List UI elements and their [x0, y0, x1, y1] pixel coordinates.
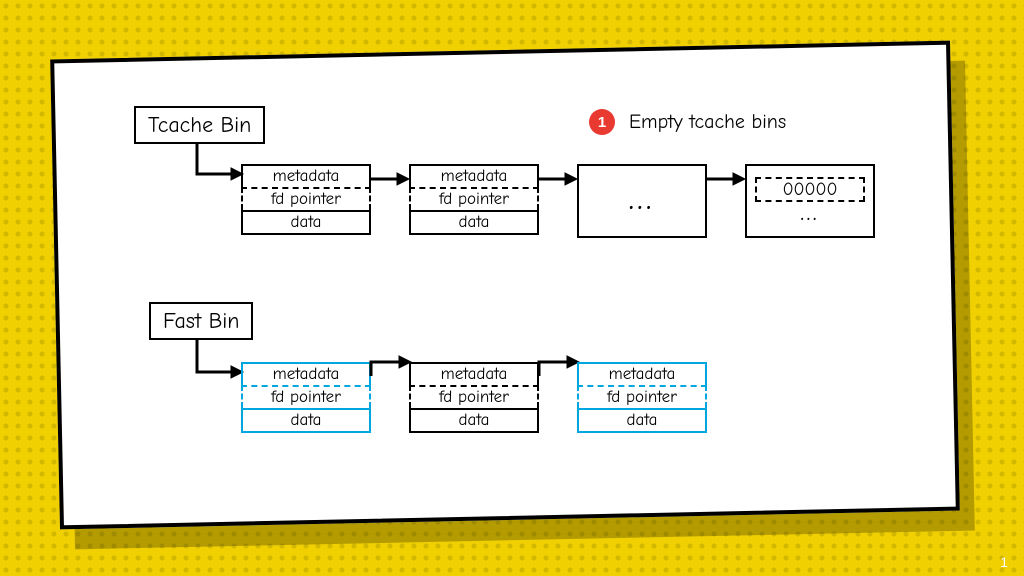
arrow-fast-to-node0 [189, 332, 249, 392]
page-number: 1 [1000, 554, 1008, 570]
arrow-ellipsis-last [707, 169, 747, 189]
node-data: data [241, 210, 371, 235]
node-metadata: metadata [577, 362, 707, 385]
node-fd: fd pointer [241, 187, 371, 210]
step-text: Empty tcache bins [629, 110, 786, 133]
step-badge: 1 [589, 109, 615, 135]
arrow-tcache-0-1 [371, 169, 411, 189]
tcache-node-0: metadata fd pointer data [241, 164, 371, 235]
tcache-node-1: metadata fd pointer data [409, 164, 539, 235]
tcache-last-value: 00000 [755, 177, 866, 202]
node-metadata: metadata [409, 164, 539, 187]
comic-panel: 1 Empty tcache bins Tcache Bin metadata … [50, 41, 960, 530]
node-metadata: metadata [241, 164, 371, 187]
node-data: data [409, 408, 539, 433]
tcache-ellipsis-box: ... [577, 164, 707, 238]
fast-node-1: metadata fd pointer data [409, 362, 539, 433]
node-data: data [241, 408, 371, 433]
arrow-tcache-to-node0 [189, 134, 249, 194]
node-fd: fd pointer [409, 187, 539, 210]
node-data: data [409, 210, 539, 235]
node-data: data [577, 408, 707, 433]
node-metadata: metadata [241, 362, 371, 385]
node-fd: fd pointer [577, 385, 707, 408]
arrow-fast-1-2 [537, 352, 581, 382]
node-fd: fd pointer [409, 385, 539, 408]
arrow-fast-0-1 [369, 352, 413, 382]
step-number: 1 [598, 114, 606, 131]
node-fd: fd pointer [241, 385, 371, 408]
node-metadata: metadata [409, 362, 539, 385]
tcache-last-ellipsis: ... [801, 204, 820, 225]
fast-node-2: metadata fd pointer data [577, 362, 707, 433]
arrow-tcache-1-ellipsis [539, 169, 579, 189]
tcache-last-box: 00000 ... [745, 164, 875, 238]
fast-node-0: metadata fd pointer data [241, 362, 371, 433]
